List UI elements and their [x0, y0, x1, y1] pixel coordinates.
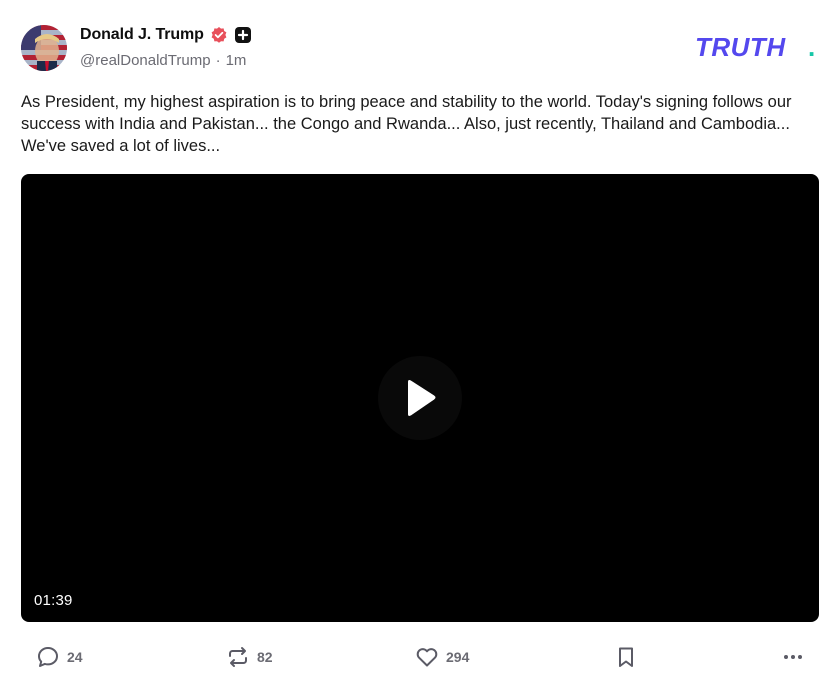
- reply-button[interactable]: 24: [36, 640, 83, 674]
- subline-separator: ·: [215, 52, 221, 69]
- logo-text: TRUTH: [695, 33, 786, 61]
- author-display-name[interactable]: Donald J. Trump: [80, 26, 204, 44]
- play-button[interactable]: [378, 356, 462, 440]
- avatar-image: [21, 25, 67, 71]
- author-row: Donald J. Trump: [80, 24, 252, 46]
- video-duration: 01:39: [34, 592, 73, 609]
- author-handle[interactable]: @realDonaldTrump: [80, 52, 211, 69]
- heart-icon: [416, 648, 438, 667]
- bookmark-icon: [619, 647, 633, 667]
- action-bar: 24 82 294: [0, 640, 840, 674]
- retruth-button[interactable]: 82: [226, 640, 273, 674]
- plus-square-icon: [234, 26, 252, 44]
- more-options-button[interactable]: [781, 640, 805, 674]
- post-text: As President, my highest aspiration is t…: [21, 93, 792, 155]
- bookmark-button[interactable]: [614, 640, 638, 674]
- video-player[interactable]: 01:39: [21, 174, 819, 622]
- more-options-icon: [784, 655, 802, 659]
- truth-logo: TRUTH .: [695, 33, 815, 61]
- reply-count: 24: [67, 649, 83, 665]
- reply-icon: [38, 647, 58, 667]
- truth-post: Donald J. Trump @realDonaldTrump · 1m TR…: [0, 0, 840, 700]
- retruth-icon: [229, 647, 247, 667]
- post-timestamp[interactable]: 1m: [226, 52, 247, 69]
- like-button[interactable]: 294: [415, 640, 469, 674]
- like-count: 294: [446, 649, 470, 665]
- verified-badge-icon: [210, 26, 228, 44]
- avatar[interactable]: [21, 25, 67, 71]
- author-subline: @realDonaldTrump · 1m: [80, 52, 246, 69]
- play-icon: [408, 380, 436, 416]
- logo-dot: .: [808, 33, 815, 61]
- retruth-count: 82: [257, 649, 273, 665]
